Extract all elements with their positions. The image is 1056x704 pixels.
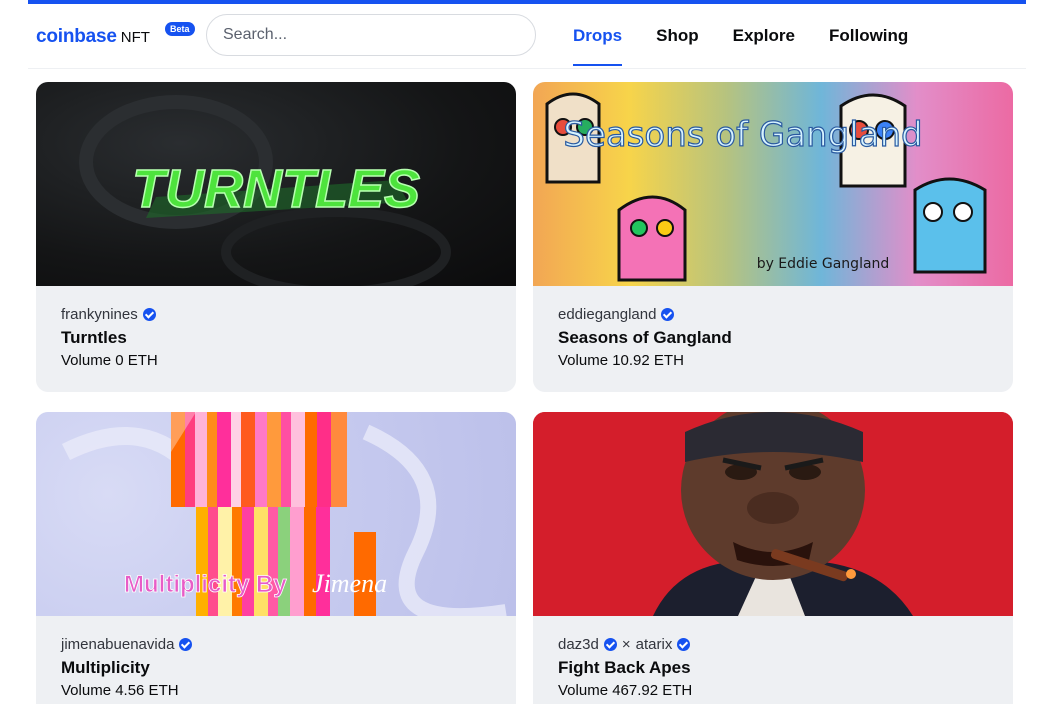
- drop-image-turntles[interactable]: TURNTLES: [36, 82, 516, 286]
- nav-shop[interactable]: Shop: [656, 4, 699, 68]
- drop-volume: Volume 0 ETH: [61, 352, 158, 369]
- ghost-character-icon: [617, 195, 687, 282]
- seasons-art-title: Seasons of Gangland: [563, 115, 922, 155]
- nav-following[interactable]: Following: [829, 4, 908, 68]
- creator-row: eddiegangland: [558, 304, 732, 324]
- verified-icon: [603, 637, 617, 651]
- drop-title: Turntles: [61, 328, 127, 347]
- drop-volume: Volume 467.92 ETH: [558, 682, 693, 699]
- drop-info: jimenabuenavida Multiplicity Volume 4.56…: [61, 634, 193, 699]
- logo-nft-label: NFT: [120, 29, 150, 46]
- drop-image-fight-back-apes[interactable]: [533, 412, 1013, 616]
- header: coinbase NFT Beta Drops Shop Explore Fol…: [28, 4, 1026, 69]
- creator-name[interactable]: daz3d: [558, 636, 599, 653]
- drop-volume: Volume 4.56 ETH: [61, 682, 179, 699]
- drop-info: frankynines Turntles Volume 0 ETH: [61, 304, 158, 370]
- logo[interactable]: coinbase NFT Beta: [36, 22, 195, 50]
- multiplicity-artwork: Multiplicity By Jimena: [61, 412, 507, 616]
- collab-separator: ×: [621, 635, 631, 653]
- seasons-art-subtitle: by Eddie Gangland: [757, 256, 890, 272]
- ghost-character-icon: [913, 177, 987, 274]
- verified-icon: [142, 307, 156, 321]
- creator-name[interactable]: eddiegangland: [558, 306, 656, 323]
- creator-row: jimenabuenavida: [61, 634, 193, 654]
- creator-name[interactable]: frankynines: [61, 306, 138, 323]
- creator-row: daz3d × atarix: [558, 634, 692, 654]
- drop-title: Fight Back Apes: [558, 658, 691, 677]
- search-input[interactable]: [207, 15, 535, 55]
- verified-icon: [677, 637, 691, 651]
- drop-title: Multiplicity: [61, 658, 150, 677]
- main-nav: Drops Shop Explore Following: [573, 4, 942, 68]
- collab-creator-name[interactable]: atarix: [636, 636, 673, 653]
- drop-image-multiplicity[interactable]: Multiplicity By Jimena: [36, 412, 516, 616]
- drop-title: Seasons of Gangland: [558, 328, 732, 347]
- multiplicity-art-text: Multiplicity By: [124, 571, 287, 598]
- drop-info: daz3d × atarix Fight Back Apes Volume 46…: [558, 634, 693, 700]
- ape-artwork: [533, 412, 1013, 616]
- drop-info: eddiegangland Seasons of Gangland Volume…: [558, 304, 732, 370]
- search-box[interactable]: [206, 14, 536, 56]
- multiplicity-art-signature: Jimena: [312, 569, 387, 598]
- drop-card-fight-back-apes[interactable]: daz3d × atarix Fight Back Apes Volume 46…: [533, 412, 1013, 704]
- turntles-artwork: TURNTLES: [79, 95, 451, 286]
- nav-explore[interactable]: Explore: [733, 4, 795, 68]
- drop-card-seasons-of-gangland[interactable]: Seasons of Gangland by Eddie Gangland ed…: [533, 82, 1013, 392]
- drop-card-multiplicity[interactable]: Multiplicity By Jimena jimenabuenavida M…: [36, 412, 516, 704]
- logo-wordmark: coinbase: [36, 26, 117, 47]
- nav-drops[interactable]: Drops: [573, 4, 623, 68]
- turntles-art-text: TURNTLES: [132, 159, 420, 219]
- verified-icon: [179, 637, 193, 651]
- creator-name[interactable]: jimenabuenavida: [61, 636, 174, 653]
- drop-image-seasons-of-gangland[interactable]: Seasons of Gangland by Eddie Gangland: [533, 82, 1013, 286]
- beta-badge: Beta: [165, 22, 195, 36]
- seasons-artwork: Seasons of Gangland by Eddie Gangland: [545, 92, 987, 282]
- verified-icon: [661, 307, 675, 321]
- creator-row: frankynines: [61, 304, 158, 324]
- drop-card-turntles[interactable]: TURNTLES frankynines Turntles Volume 0 E…: [36, 82, 516, 392]
- drop-volume: Volume 10.92 ETH: [558, 352, 684, 369]
